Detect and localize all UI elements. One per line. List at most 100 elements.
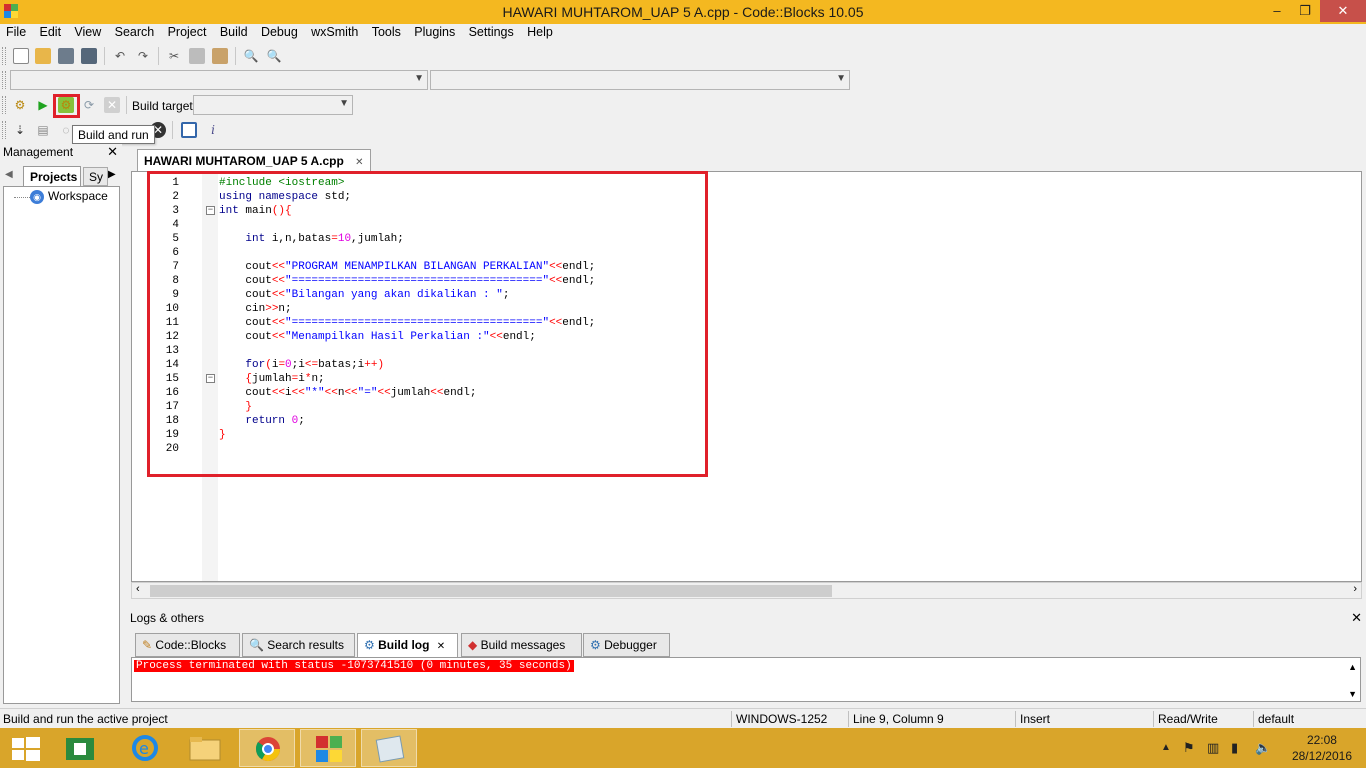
tab-build-messages[interactable]: ◆ Build messages — [461, 633, 582, 657]
run-icon[interactable]: ▶ — [35, 97, 51, 113]
cut-icon[interactable]: ✂ — [166, 48, 182, 64]
management-title: Management — [3, 145, 74, 159]
status-message: Build and run the active project — [3, 712, 168, 726]
debugger-icon: ⚙ — [590, 638, 601, 652]
run-to-cursor-icon[interactable]: ▤ — [35, 122, 51, 138]
codeblocks-taskbar-icon[interactable] — [300, 729, 356, 767]
window-title: HAWARI MUHTAROM_UAP 5 A.cpp - Code::Bloc… — [502, 4, 864, 20]
tab-scroll-right-icon[interactable]: ▶ — [108, 169, 116, 180]
clock-date: 28/12/2016 — [1291, 749, 1352, 763]
battery-icon[interactable]: ▮ — [1231, 740, 1238, 756]
codeblocks-log-icon: ✎ — [142, 638, 153, 652]
menu-wxsmith[interactable]: wxSmith — [307, 24, 362, 39]
redo-icon[interactable]: ↷ — [135, 48, 151, 64]
tab-scroll-left-icon[interactable]: ◀ — [5, 169, 13, 180]
tab-projects[interactable]: Projects — [23, 166, 81, 186]
action-center-flag-icon[interactable]: ⚑ — [1183, 740, 1195, 756]
system-clock[interactable]: 22:08 28/12/2016 — [1292, 732, 1352, 764]
store-app-icon[interactable] — [54, 729, 110, 767]
editor-tab[interactable]: HAWARI MUHTAROM_UAP 5 A.cpp ✕ — [137, 149, 371, 171]
editor-horizontal-scrollbar[interactable]: ‹ › — [131, 582, 1362, 599]
tab-debugger[interactable]: ⚙ Debugger — [583, 633, 670, 657]
menu-file[interactable]: File — [2, 24, 30, 39]
menu-settings[interactable]: Settings — [465, 24, 518, 39]
menu-search[interactable]: Search — [111, 24, 159, 39]
tab-symbols[interactable]: Sy — [83, 167, 108, 186]
menu-help[interactable]: Help — [523, 24, 557, 39]
clock-time: 22:08 — [1306, 733, 1337, 747]
paste-icon[interactable] — [212, 48, 228, 64]
svg-text:e: e — [139, 739, 149, 758]
internet-explorer-icon[interactable]: e — [117, 729, 173, 767]
debugger-toolbar: ⇣ ▤ ◌ ✕ i — [0, 118, 1366, 144]
close-window-button[interactable]: ✕ — [1320, 0, 1366, 22]
open-folder-icon[interactable] — [35, 48, 51, 64]
title-bar: HAWARI MUHTAROM_UAP 5 A.cpp - Code::Bloc… — [0, 0, 1366, 24]
debugging-windows-icon[interactable] — [181, 122, 197, 138]
new-file-icon[interactable] — [13, 48, 29, 64]
project-tree: ◉ Workspace — [3, 186, 120, 704]
rebuild-icon[interactable]: ⟳ — [81, 97, 97, 113]
menu-tools[interactable]: Tools — [368, 24, 405, 39]
code-highlight — [147, 171, 708, 477]
replace-icon[interactable]: 🔍 — [266, 48, 282, 64]
build-log-close-icon[interactable]: ✕ — [437, 641, 445, 652]
scope-combo[interactable]: ▼ — [10, 70, 428, 90]
debug-continue-icon[interactable]: ⇣ — [12, 122, 28, 138]
file-explorer-icon[interactable] — [178, 729, 234, 767]
tray-expand-icon[interactable]: ▲ — [1161, 742, 1171, 753]
menu-plugins[interactable]: Plugins — [410, 24, 459, 39]
info-icon[interactable]: i — [205, 122, 221, 138]
editor-tab-close-icon[interactable]: ✕ — [355, 157, 363, 168]
editor-tab-label: HAWARI MUHTAROM_UAP 5 A.cpp — [144, 154, 344, 168]
logs-close-button[interactable]: ✕ — [1351, 610, 1362, 626]
volume-icon[interactable]: 🔈 — [1255, 740, 1271, 756]
tree-workspace[interactable]: Workspace — [48, 189, 108, 203]
maximize-button[interactable]: ❐ — [1290, 0, 1320, 22]
editor-tab-bar: HAWARI MUHTAROM_UAP 5 A.cpp ✕ — [131, 145, 1364, 171]
network-icon[interactable]: ▥ — [1207, 740, 1219, 756]
start-button[interactable] — [0, 729, 56, 767]
tab-build-log[interactable]: ⚙ Build log ✕ — [357, 633, 458, 658]
workspace-icon: ◉ — [30, 190, 44, 204]
save-all-icon[interactable] — [81, 48, 97, 64]
scroll-left-icon[interactable]: ‹ — [136, 583, 140, 595]
menu-bar: File Edit View Search Project Build Debu… — [0, 24, 1366, 43]
function-combo[interactable]: ▼ — [430, 70, 850, 90]
logs-panel: Logs & others ✕ ✎ Code::Blocks 🔍 Search … — [127, 609, 1366, 706]
menu-project[interactable]: Project — [164, 24, 211, 39]
build-target-combo[interactable]: ▼ — [193, 95, 353, 115]
scrollbar-thumb[interactable] — [150, 585, 832, 597]
undo-icon[interactable]: ↶ — [112, 48, 128, 64]
minimize-button[interactable]: – — [1262, 0, 1292, 22]
menu-debug[interactable]: Debug — [257, 24, 302, 39]
tab-codeblocks-log[interactable]: ✎ Code::Blocks — [135, 633, 240, 657]
scroll-right-icon[interactable]: › — [1353, 583, 1357, 595]
chrome-icon[interactable] — [239, 729, 295, 767]
management-tabs: ◀ Projects Sy ▶ — [3, 166, 120, 186]
status-bar: Build and run the active project WINDOWS… — [0, 708, 1366, 728]
windows-logo-icon — [12, 737, 40, 761]
tooltip: Build and run — [72, 125, 155, 144]
find-icon[interactable]: 🔍 — [243, 48, 259, 64]
management-close-button[interactable]: ✕ — [107, 144, 118, 160]
status-profile: default — [1258, 712, 1295, 726]
management-panel: Management ✕ ◀ Projects Sy ▶ ◉ Workspace — [0, 144, 122, 706]
log-scroll-down-icon[interactable]: ▼ — [1348, 689, 1357, 699]
code-completion-toolbar: ▼ ▼ — [0, 68, 1366, 93]
menu-build[interactable]: Build — [216, 24, 252, 39]
notepad-icon[interactable] — [361, 729, 417, 767]
build-log-icon: ⚙ — [364, 638, 375, 652]
build-log-message: Process terminated with status -10737415… — [134, 660, 574, 672]
build-target-label: Build target: — [132, 99, 197, 113]
build-gear-icon[interactable]: ⚙ — [12, 97, 28, 113]
status-cursor-position: Line 9, Column 9 — [853, 712, 944, 726]
menu-view[interactable]: View — [70, 24, 105, 39]
menu-edit[interactable]: Edit — [36, 24, 66, 39]
tab-search-results[interactable]: 🔍 Search results — [242, 633, 355, 657]
log-scroll-up-icon[interactable]: ▲ — [1348, 662, 1357, 672]
abort-icon[interactable]: ✕ — [104, 97, 120, 113]
copy-icon[interactable] — [189, 48, 205, 64]
build-and-run-highlight — [53, 94, 80, 118]
save-icon[interactable] — [58, 48, 74, 64]
